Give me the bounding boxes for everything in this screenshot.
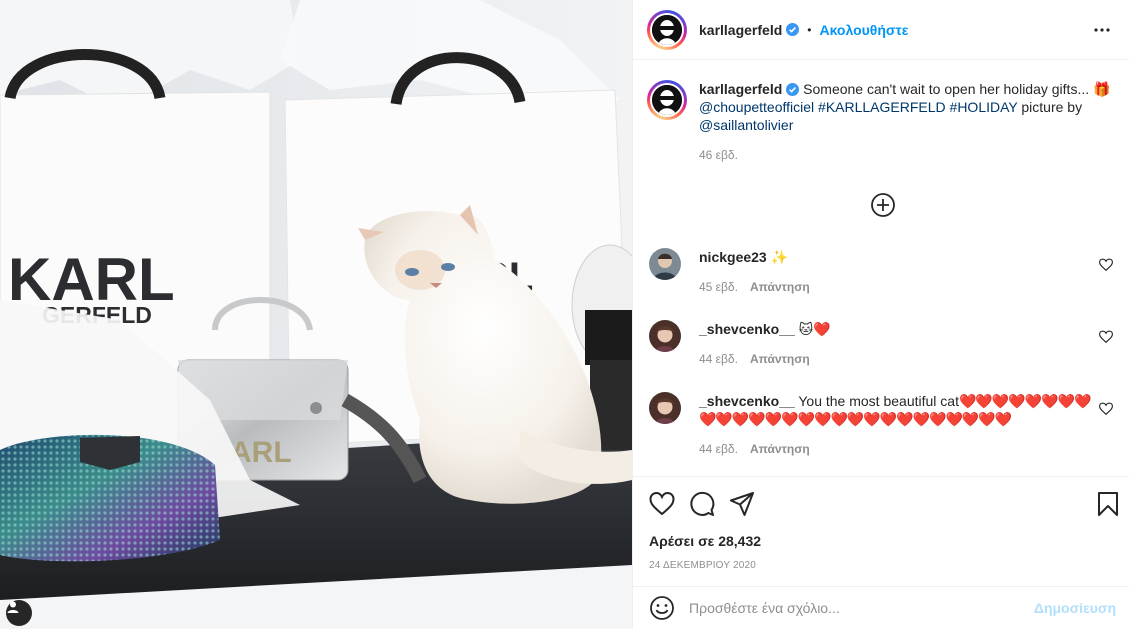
comment-username[interactable]: _shevcenko__ — [699, 321, 795, 337]
more-horizontal-icon — [1094, 28, 1110, 32]
caption-body-mid: picture by — [1017, 99, 1083, 115]
post-comment-button[interactable]: Δημοσίευση — [1034, 600, 1116, 616]
reply-button[interactable]: Απάντηση — [750, 350, 810, 368]
comment-input[interactable] — [689, 600, 1019, 616]
save-bookmark-icon[interactable] — [1095, 491, 1121, 517]
hashtag-link[interactable]: #HOLIDAY — [950, 99, 1018, 115]
comment-text: You the most beautiful cat — [794, 393, 959, 409]
karl-silhouette-icon — [652, 85, 682, 115]
comment-username[interactable]: nickgee23 — [699, 249, 767, 265]
comment-item: _shevcenko__ You the most beautiful cat❤… — [649, 392, 1119, 458]
comment-time[interactable]: 45 εβδ. — [699, 278, 738, 296]
avatar-image — [649, 392, 681, 424]
comment-text: ✨ — [766, 249, 789, 265]
like-comment-heart-icon[interactable] — [1099, 258, 1113, 272]
post-side-panel: karllagerfeld • Ακολουθήστε karllagerfel… — [632, 0, 1129, 629]
post-image: KARL GERFELD RL ARL — [0, 0, 632, 629]
post-date[interactable]: 24 ΔΕΚΕΜΒΡΙΟΥ 2020 — [649, 560, 756, 571]
caption-body: Someone can't wait to open her holiday g… — [803, 81, 1093, 97]
add-comment-section: Δημοσίευση — [633, 586, 1129, 629]
profile-avatar[interactable] — [647, 9, 687, 50]
more-options-button[interactable] — [1090, 18, 1114, 42]
hashtag-link[interactable]: #KARLLAGERFELD — [818, 99, 946, 115]
karl-silhouette-icon — [652, 14, 682, 45]
like-comment-heart-icon[interactable] — [1099, 402, 1113, 416]
likes-count[interactable]: Αρέσει σε 28,432 — [649, 533, 761, 549]
post-header: karllagerfeld • Ακολουθήστε — [633, 0, 1129, 60]
like-heart-icon[interactable] — [649, 491, 675, 517]
avatar-image — [649, 320, 681, 352]
comment-avatar[interactable] — [649, 392, 681, 424]
header-username[interactable]: karllagerfeld — [699, 22, 782, 38]
comment-bubble-icon[interactable] — [689, 491, 715, 517]
follow-button[interactable]: Ακολουθήστε — [819, 22, 908, 38]
caption-timestamp[interactable]: 46 εβδ. — [699, 146, 1117, 164]
reply-button[interactable]: Απάντηση — [750, 278, 810, 296]
verified-badge-icon — [786, 23, 800, 36]
comment-avatar[interactable] — [649, 320, 681, 352]
emoji-smiley-icon[interactable] — [649, 595, 675, 621]
comment-item: nickgee23 ✨ 45 εβδ. Απάντηση — [649, 248, 1119, 296]
caption-avatar[interactable] — [647, 80, 687, 120]
mention-link[interactable]: @choupetteofficiel — [699, 99, 814, 115]
caption-username[interactable]: karllagerfeld — [699, 81, 782, 97]
reply-button[interactable]: Απάντηση — [750, 440, 810, 458]
header-separator: • — [807, 22, 812, 37]
avatar-image — [649, 248, 681, 280]
comment-time[interactable]: 44 εβδ. — [699, 440, 738, 458]
like-comment-heart-icon[interactable] — [1099, 330, 1113, 344]
comment-text: 🐱❤️ — [794, 321, 831, 337]
tagged-users-button[interactable] — [6, 600, 32, 626]
mention-link[interactable]: @saillantolivier — [699, 117, 793, 133]
post-actions: Αρέσει σε 28,432 24 ΔΕΚΕΜΒΡΙΟΥ 2020 — [633, 476, 1129, 586]
share-send-icon[interactable] — [729, 491, 755, 517]
load-more-comments-button[interactable] — [870, 192, 896, 218]
post-photo[interactable]: KARL GERFELD RL ARL — [0, 0, 632, 629]
user-icon — [7, 601, 19, 613]
caption-text: karllagerfeld Someone can't wait to open… — [699, 80, 1117, 164]
gift-emoji: 🎁 — [1093, 81, 1111, 97]
comment-time[interactable]: 44 εβδ. — [699, 350, 738, 368]
verified-badge-icon — [786, 83, 800, 96]
comment-avatar[interactable] — [649, 248, 681, 280]
comment-item: _shevcenko__ 🐱❤️ 44 εβδ. Απάντηση — [649, 320, 1119, 368]
comment-username[interactable]: _shevcenko__ — [699, 393, 795, 409]
post-caption: karllagerfeld Someone can't wait to open… — [647, 80, 1117, 164]
